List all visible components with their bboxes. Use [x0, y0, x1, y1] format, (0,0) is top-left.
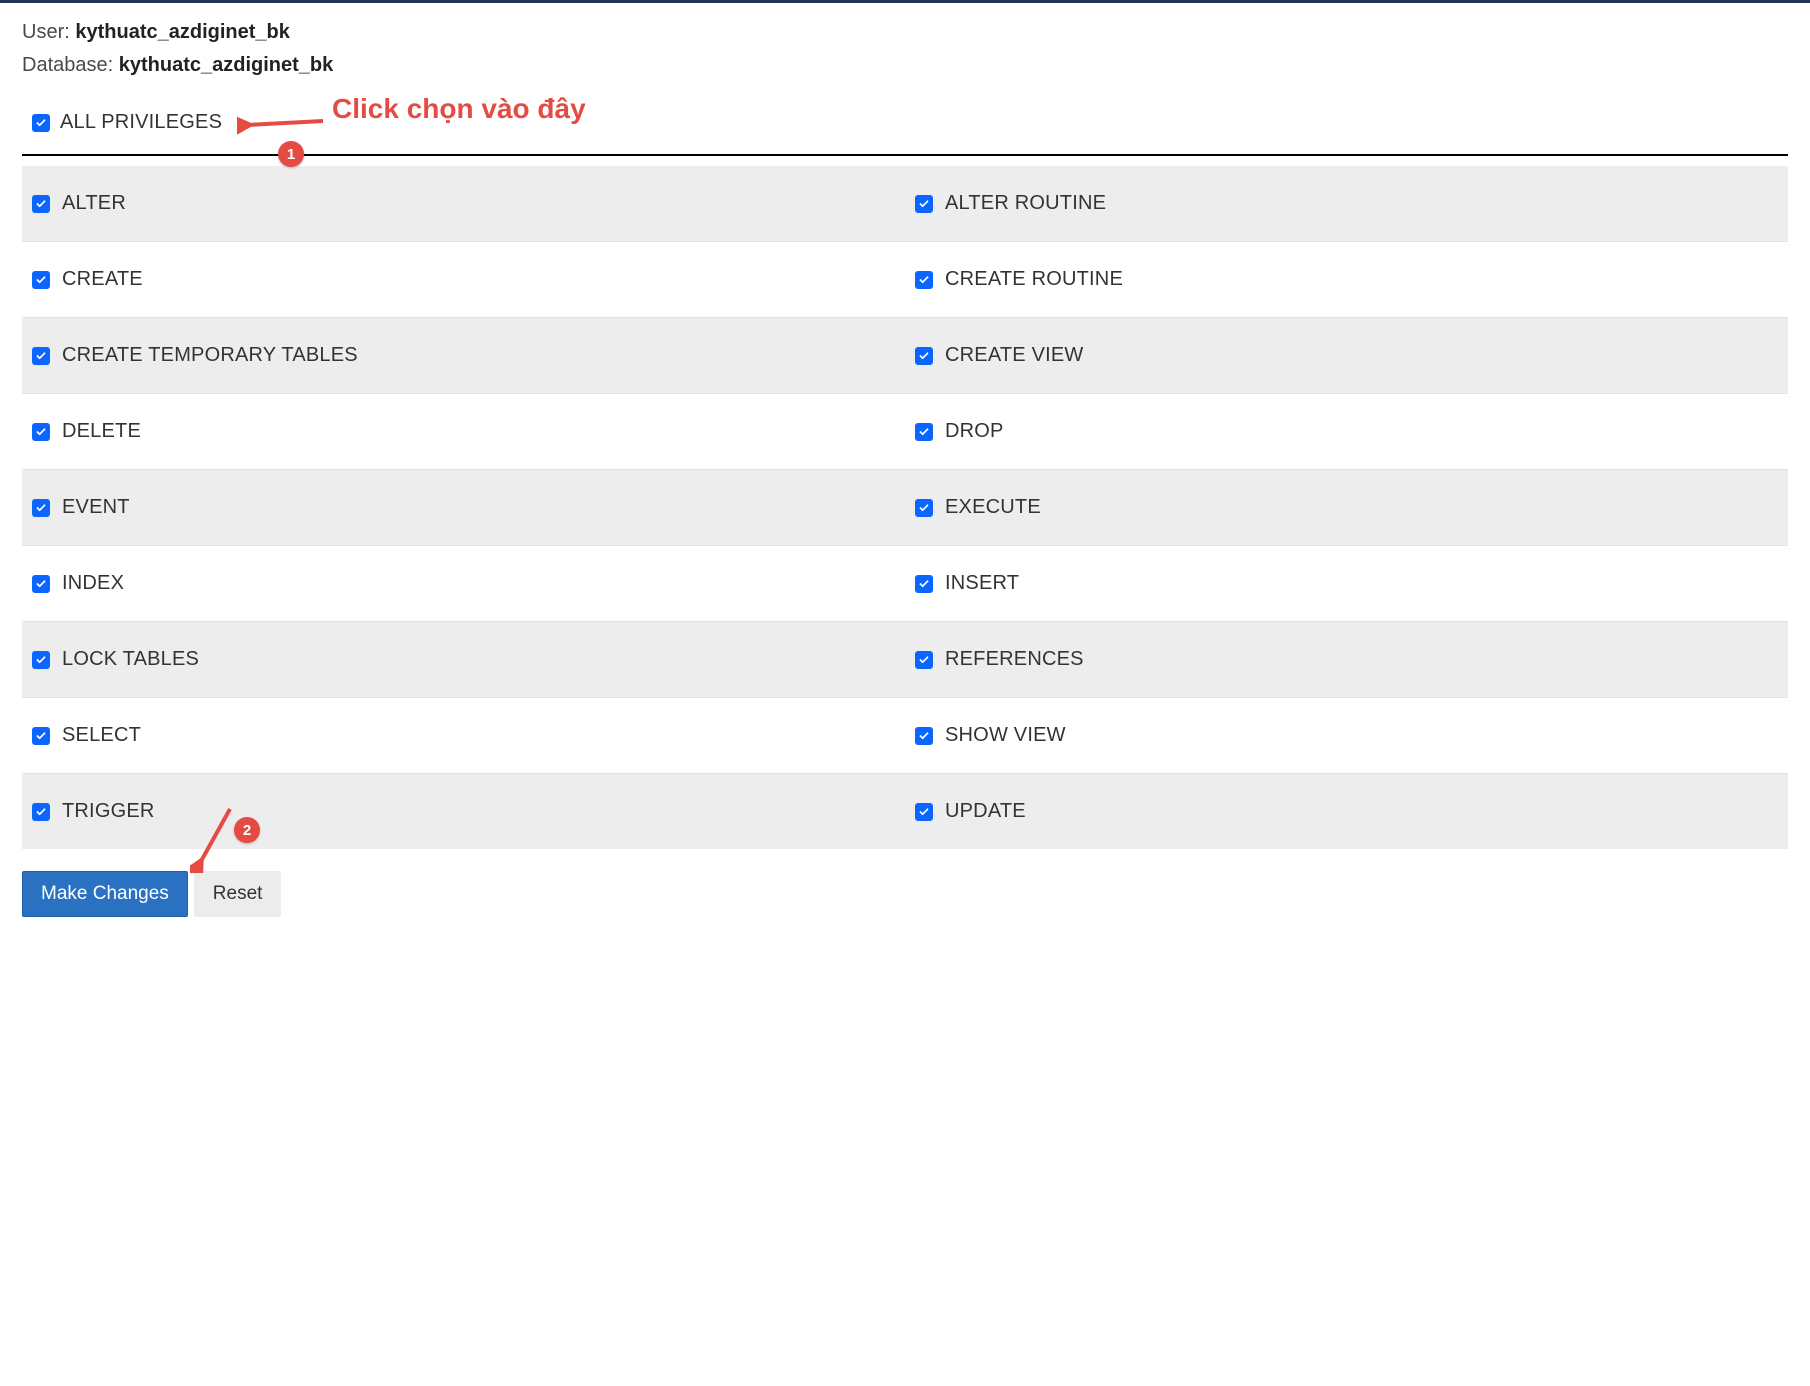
reset-button[interactable]: Reset: [194, 871, 282, 917]
annotation-badge-1: 1: [278, 141, 304, 167]
privilege-cell: UPDATE: [905, 773, 1788, 849]
privilege-label: SHOW VIEW: [945, 724, 1066, 747]
make-changes-button[interactable]: Make Changes: [22, 871, 188, 917]
privilege-cell: SELECT: [22, 697, 905, 773]
all-privileges-section: ALL PRIVILEGES Click chọn vào đây 1: [22, 111, 1788, 156]
user-value: kythuatc_azdiginet_bk: [75, 21, 290, 43]
check-icon: [35, 806, 47, 818]
check-icon: [918, 198, 930, 210]
privilege-checkbox[interactable]: [32, 195, 50, 213]
privilege-checkbox[interactable]: [915, 727, 933, 745]
check-icon: [918, 578, 930, 590]
actions-row: Make Changes Reset 2: [22, 863, 1788, 917]
check-icon: [35, 578, 47, 590]
privilege-cell: EXECUTE: [905, 469, 1788, 545]
privilege-label: REFERENCES: [945, 648, 1084, 671]
privilege-label: EVENT: [62, 496, 130, 519]
privilege-cell: CREATE ROUTINE: [905, 241, 1788, 317]
all-privileges-row: ALL PRIVILEGES: [32, 111, 1778, 134]
privilege-label: INDEX: [62, 572, 124, 595]
privileges-panel: User: kythuatc_azdiginet_bk Database: ky…: [0, 0, 1810, 941]
check-icon: [918, 274, 930, 286]
privilege-checkbox[interactable]: [915, 575, 933, 593]
privilege-checkbox[interactable]: [32, 575, 50, 593]
privilege-label: DROP: [945, 420, 1004, 443]
privilege-checkbox[interactable]: [915, 803, 933, 821]
privilege-checkbox[interactable]: [32, 803, 50, 821]
all-privileges-checkbox[interactable]: [32, 114, 50, 132]
annotation-hint-text: Click chọn vào đây: [332, 93, 586, 125]
privilege-label: CREATE: [62, 268, 143, 291]
check-icon: [35, 654, 47, 666]
privilege-checkbox[interactable]: [32, 499, 50, 517]
check-icon: [35, 426, 47, 438]
privilege-label: ALTER: [62, 192, 126, 215]
privilege-cell: ALTER: [22, 166, 905, 241]
user-label: User:: [22, 21, 70, 43]
privilege-cell: LOCK TABLES: [22, 621, 905, 697]
privilege-label: CREATE VIEW: [945, 344, 1084, 367]
privilege-cell: DELETE: [22, 393, 905, 469]
privilege-cell: ALTER ROUTINE: [905, 166, 1788, 241]
privileges-grid: ALTER ALTER ROUTINE CREATE CREATE ROUTINE CR…: [22, 166, 1788, 849]
database-line: Database: kythuatc_azdiginet_bk: [22, 54, 1788, 77]
privilege-label: TRIGGER: [62, 800, 155, 823]
privilege-checkbox[interactable]: [915, 195, 933, 213]
privilege-checkbox[interactable]: [32, 727, 50, 745]
privilege-checkbox[interactable]: [32, 271, 50, 289]
privilege-cell: INDEX: [22, 545, 905, 621]
check-icon: [35, 730, 47, 742]
privilege-cell: EVENT: [22, 469, 905, 545]
privilege-label: SELECT: [62, 724, 141, 747]
privilege-cell: CREATE: [22, 241, 905, 317]
all-privileges-label: ALL PRIVILEGES: [60, 111, 222, 134]
check-icon: [918, 350, 930, 362]
privilege-cell: CREATE TEMPORARY TABLES: [22, 317, 905, 393]
check-icon: [35, 502, 47, 514]
privilege-checkbox[interactable]: [915, 423, 933, 441]
privilege-label: UPDATE: [945, 800, 1026, 823]
privilege-cell: DROP: [905, 393, 1788, 469]
privilege-label: CREATE TEMPORARY TABLES: [62, 344, 358, 367]
privilege-cell: INSERT: [905, 545, 1788, 621]
privilege-checkbox[interactable]: [32, 423, 50, 441]
check-icon: [918, 730, 930, 742]
privilege-checkbox[interactable]: [915, 651, 933, 669]
check-icon: [35, 274, 47, 286]
privilege-label: CREATE ROUTINE: [945, 268, 1123, 291]
user-line: User: kythuatc_azdiginet_bk: [22, 21, 1788, 44]
privilege-label: INSERT: [945, 572, 1019, 595]
privilege-label: EXECUTE: [945, 496, 1041, 519]
check-icon: [918, 806, 930, 818]
privilege-cell: REFERENCES: [905, 621, 1788, 697]
privilege-checkbox[interactable]: [32, 651, 50, 669]
check-icon: [918, 426, 930, 438]
privilege-cell: SHOW VIEW: [905, 697, 1788, 773]
privilege-label: ALTER ROUTINE: [945, 192, 1106, 215]
annotation-badge-2: 2: [234, 817, 260, 843]
privilege-checkbox[interactable]: [915, 499, 933, 517]
check-icon: [918, 502, 930, 514]
privilege-label: DELETE: [62, 420, 141, 443]
database-value: kythuatc_azdiginet_bk: [119, 54, 334, 76]
privilege-checkbox[interactable]: [32, 347, 50, 365]
privilege-checkbox[interactable]: [915, 271, 933, 289]
check-icon: [35, 350, 47, 362]
check-icon: [918, 654, 930, 666]
privilege-cell: TRIGGER: [22, 773, 905, 849]
privilege-cell: CREATE VIEW: [905, 317, 1788, 393]
database-label: Database:: [22, 54, 113, 76]
privilege-checkbox[interactable]: [915, 347, 933, 365]
check-icon: [35, 117, 47, 129]
privilege-label: LOCK TABLES: [62, 648, 199, 671]
check-icon: [35, 198, 47, 210]
